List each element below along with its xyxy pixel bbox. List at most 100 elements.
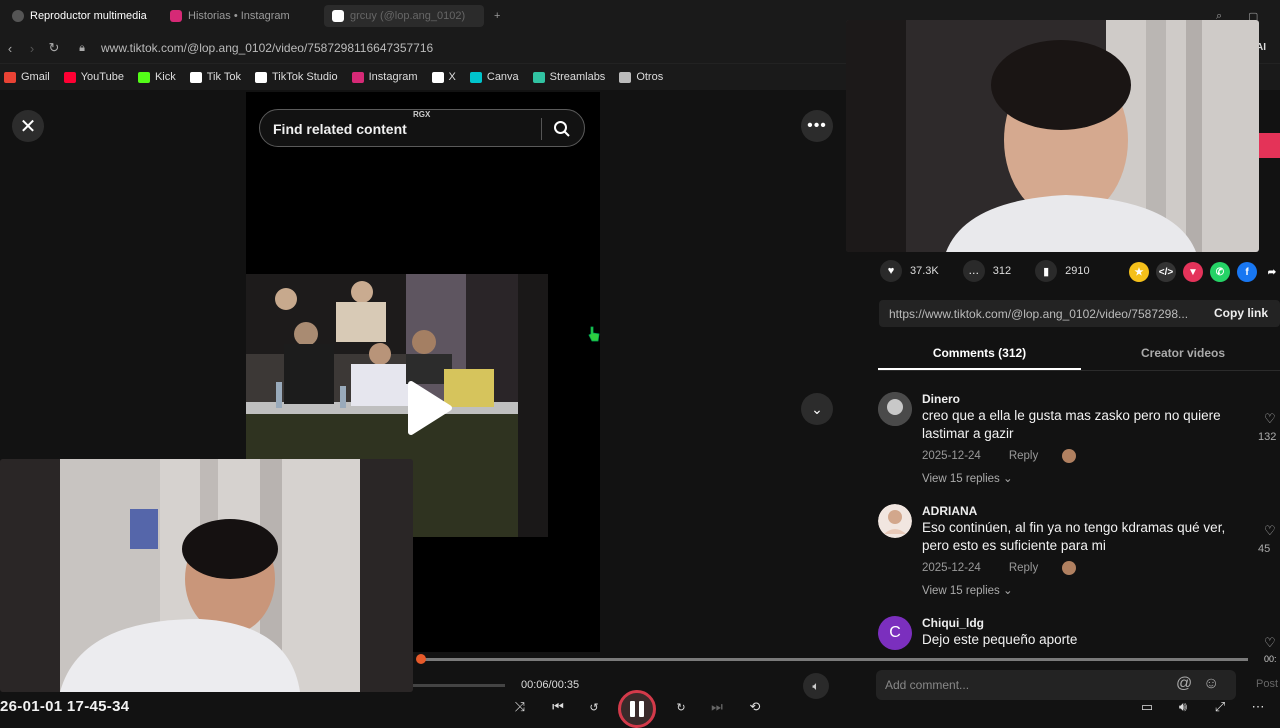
more-options-button[interactable]: •••: [801, 110, 833, 142]
post-button[interactable]: Post: [1256, 678, 1278, 690]
bookmark-item[interactable]: Kick: [137, 71, 176, 83]
comment-like-icon[interactable]: ♡: [1264, 635, 1276, 650]
repeat-off-icon[interactable]: ⟲: [746, 698, 764, 716]
close-button[interactable]: ✕: [12, 110, 44, 142]
bookmark-item[interactable]: YouTube: [63, 71, 124, 83]
view-replies-button[interactable]: View 15 replies ⌄: [922, 471, 1013, 485]
comment-item: C Chiqui_ldg Dejo este pequeño aporte ♡: [878, 616, 1280, 650]
play-icon[interactable]: [403, 380, 453, 436]
pause-button[interactable]: [618, 690, 656, 728]
comment-item: ADRIANA Eso continúen, al fin ya no teng…: [878, 504, 1280, 604]
comment-like-count: 132: [1258, 431, 1277, 443]
comment-item: Dinero creo que a ella le gusta mas zask…: [878, 392, 1280, 492]
reply-button[interactable]: Reply: [1009, 562, 1038, 574]
bookmark-item[interactable]: Otros: [619, 71, 663, 83]
mention-icon[interactable]: @: [1176, 675, 1194, 693]
player-timeline[interactable]: [420, 658, 1248, 661]
bookmark-icon: [254, 71, 267, 83]
bookmark-label: Instagram: [368, 71, 418, 83]
bookmark-item[interactable]: TikTok Studio: [254, 71, 338, 83]
copy-link-button[interactable]: Copy link: [1214, 306, 1268, 320]
tiktok-icon: [332, 10, 344, 22]
tab-creator-videos[interactable]: Creator videos: [1113, 346, 1253, 360]
bookmark-label: Otros: [636, 71, 664, 83]
comment-icon[interactable]: …: [962, 260, 985, 282]
bookmark-item[interactable]: Streamlabs: [532, 71, 605, 83]
new-tab-icon[interactable]: +: [486, 5, 508, 27]
whatsapp-icon[interactable]: ✆: [1210, 262, 1230, 282]
previous-icon[interactable]: ⏮︎: [549, 698, 567, 716]
forward-icon[interactable]: ›: [24, 40, 40, 56]
comment-like-icon[interactable]: ♡: [1264, 411, 1276, 427]
url-field[interactable]: www.tiktok.com/@lop.ang_0102/video/75872…: [101, 41, 433, 55]
comment-input[interactable]: Add comment...: [885, 678, 969, 692]
miniplayer-icon[interactable]: ▭: [1138, 698, 1156, 716]
share-arrow-icon[interactable]: ➦: [1262, 262, 1280, 282]
facebook-icon[interactable]: f: [1237, 262, 1257, 282]
comment-author[interactable]: Dinero: [922, 392, 960, 406]
reload-icon[interactable]: ↻: [46, 40, 62, 56]
bookmark-item[interactable]: Canva: [469, 71, 519, 83]
share-link-url[interactable]: https://www.tiktok.com/@lop.ang_0102/vid…: [889, 307, 1203, 321]
comment-stat[interactable]: … 312: [962, 260, 1011, 282]
active-tab-underline: [878, 368, 1081, 370]
bookmark-icon: [532, 71, 545, 83]
fullscreen-icon[interactable]: ⤢: [1211, 698, 1229, 716]
comment-date: 2025-12-24: [922, 450, 981, 462]
tab-media-player[interactable]: Reproductor multimedia: [4, 5, 155, 27]
bookmark-icon: [619, 71, 632, 83]
rewind-10-icon[interactable]: ↺: [585, 698, 603, 716]
comment-text: Eso continúen, al fin ya no tengo kdrama…: [922, 520, 1226, 553]
next-video-button[interactable]: ⌄: [801, 393, 833, 425]
avatar[interactable]: [878, 392, 912, 426]
embed-icon[interactable]: </>: [1156, 262, 1176, 282]
bookmark-icon[interactable]: ▮: [1035, 260, 1058, 282]
speaker-icon[interactable]: 🔊︎: [1174, 698, 1192, 716]
search-icon[interactable]: [553, 120, 571, 138]
bookmark-label: TikTok Studio: [271, 71, 338, 83]
avatar[interactable]: C: [878, 616, 912, 650]
hand-cursor-icon: [588, 326, 600, 342]
creator-liked-avatar: [1062, 449, 1077, 463]
search-input[interactable]: Find related content: [273, 121, 407, 137]
forward-30-icon[interactable]: ↻: [672, 698, 690, 716]
avatar[interactable]: [878, 504, 912, 538]
bookmark-label: Tik Tok: [206, 71, 241, 83]
heart-icon[interactable]: ♥: [880, 260, 902, 282]
player-time: 00:06/00:35: [521, 679, 580, 691]
emoji-icon[interactable]: ☺: [1203, 675, 1221, 693]
rgx-badge: RGX: [413, 110, 431, 119]
tab-tiktok-active[interactable]: grcuy (@lop.ang_0102): [324, 5, 484, 27]
player-end-time: 00:: [1264, 654, 1277, 664]
coin-share-icon[interactable]: ★: [1129, 262, 1149, 282]
bookmark-item[interactable]: Tik Tok: [189, 71, 241, 83]
comment-input-box[interactable]: Add comment... @ ☺: [876, 670, 1236, 700]
next-icon[interactable]: ⏭︎: [708, 698, 726, 716]
tiktok-side-tab[interactable]: [1259, 133, 1280, 158]
comment-like-icon[interactable]: ♡: [1264, 523, 1276, 539]
save-stat[interactable]: ▮ 2910: [1035, 260, 1090, 282]
bookmark-item[interactable]: Gmail: [4, 71, 50, 83]
reply-button[interactable]: Reply: [1009, 450, 1038, 462]
tab-comments[interactable]: Comments (312): [878, 346, 1081, 360]
bookmark-label: Canva: [486, 71, 519, 83]
panel-tabs: Comments (312) Creator videos: [878, 338, 1280, 371]
view-replies-button[interactable]: View 15 replies ⌄: [922, 583, 1013, 597]
bookmark-item[interactable]: X: [431, 71, 456, 83]
back-icon[interactable]: ‹: [2, 40, 18, 56]
comment-author[interactable]: ADRIANA: [922, 504, 977, 518]
comment-author[interactable]: Chiqui_ldg: [922, 616, 984, 630]
volume-icon[interactable]: 🔈︎: [803, 673, 829, 699]
volume-track[interactable]: [413, 684, 505, 687]
share-link-box: https://www.tiktok.com/@lop.ang_0102/vid…: [879, 300, 1280, 327]
shuffle-icon[interactable]: ⤨: [511, 698, 529, 716]
bookmark-item[interactable]: Instagram: [351, 71, 418, 83]
avatar-letter: C: [889, 624, 901, 641]
tab-label: Reproductor multimedia: [30, 10, 147, 22]
more-player-options-icon[interactable]: ⋯: [1249, 698, 1267, 716]
send-icon[interactable]: ▼: [1183, 262, 1203, 282]
like-count: 37.3K: [910, 265, 939, 277]
tab-instagram[interactable]: Historias • Instagram: [162, 5, 298, 27]
like-stat[interactable]: ♥ 37.3K: [880, 260, 939, 282]
timeline-handle[interactable]: [416, 654, 426, 664]
